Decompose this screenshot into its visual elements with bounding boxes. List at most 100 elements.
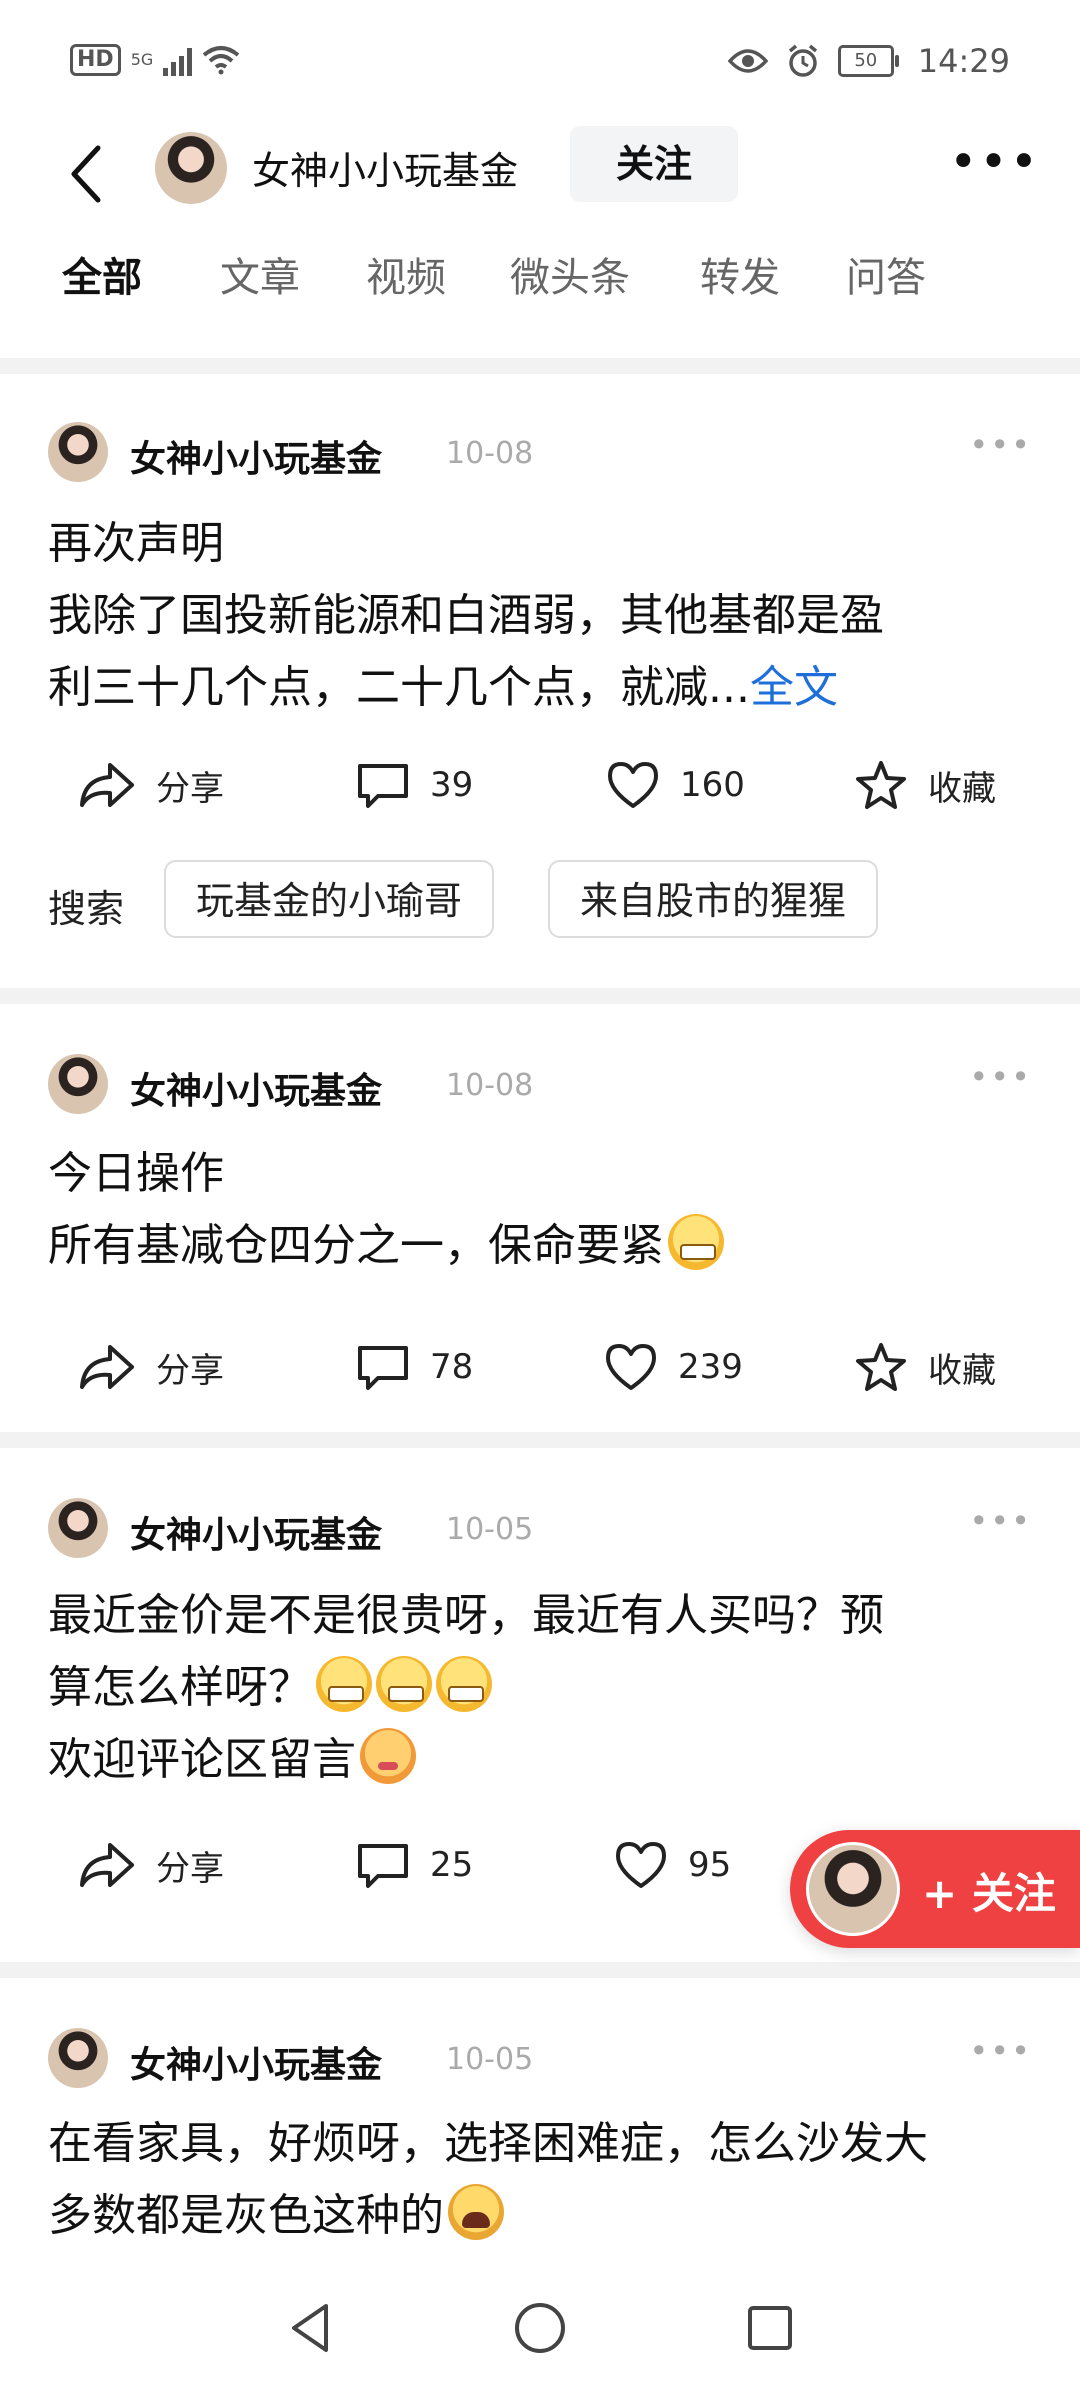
grin-emoji-icon bbox=[436, 1656, 492, 1712]
share-button[interactable]: 分享 bbox=[78, 1830, 224, 1900]
like-button[interactable]: 160 bbox=[606, 750, 745, 820]
divider bbox=[0, 358, 1080, 374]
nav-home-button[interactable] bbox=[510, 2298, 570, 2358]
share-icon bbox=[80, 1345, 134, 1389]
comment-button[interactable]: 78 bbox=[356, 1332, 473, 1402]
nav-recents-button[interactable] bbox=[740, 2298, 800, 2358]
favorite-button[interactable]: 收藏 bbox=[854, 1332, 996, 1402]
post-date: 10-08 bbox=[446, 1068, 534, 1103]
post-date: 10-05 bbox=[446, 1512, 534, 1547]
more-icon[interactable]: ••• bbox=[949, 134, 1040, 190]
network-indicators: HD 5G bbox=[70, 44, 240, 76]
favorite-button[interactable]: 收藏 bbox=[854, 750, 996, 820]
post-author[interactable]: 女神小小玩基金 bbox=[130, 1506, 382, 1558]
like-icon bbox=[606, 1344, 656, 1390]
avatar[interactable] bbox=[48, 1054, 108, 1114]
post-line-text: 所有基减仓四分之一，保命要紧 bbox=[48, 1220, 664, 1271]
post-header: 女神小小玩基金 10-08 ••• bbox=[48, 422, 1032, 486]
post-more-icon[interactable]: ••• bbox=[969, 1058, 1032, 1096]
share-icon bbox=[80, 1843, 134, 1887]
post-line-text: 算怎么样呀？ bbox=[48, 1662, 312, 1713]
grin-emoji-icon bbox=[376, 1656, 432, 1712]
share-label: 分享 bbox=[156, 768, 224, 809]
post-more-icon[interactable]: ••• bbox=[969, 2032, 1032, 2070]
like-icon bbox=[608, 762, 658, 808]
nav-recents-icon bbox=[748, 2306, 792, 2350]
floating-follow-button[interactable]: + 关注 bbox=[790, 1830, 1080, 1948]
comment-count: 78 bbox=[430, 1347, 474, 1387]
search-chip[interactable]: 玩基金的小瑜哥 bbox=[164, 860, 495, 938]
avatar[interactable] bbox=[155, 132, 227, 204]
post-line: 最近金价是不是很贵呀，最近有人买吗？预 bbox=[48, 1590, 884, 1641]
favorite-icon bbox=[856, 761, 906, 809]
post-line: 利三十几个点，二十几个点，就减...全文 bbox=[48, 652, 1028, 724]
post-line-text: 多数都是灰色这种的 bbox=[48, 2190, 444, 2241]
post-text[interactable]: 今日操作 所有基减仓四分之一，保命要紧 bbox=[48, 1138, 1028, 1282]
post-more-icon[interactable]: ••• bbox=[969, 1502, 1032, 1540]
avatar[interactable] bbox=[48, 2028, 108, 2088]
post-line: 多数都是灰色这种的 bbox=[48, 2180, 1028, 2252]
tab-articles[interactable]: 文章 bbox=[220, 245, 300, 303]
full-text-link[interactable]: 全文 bbox=[750, 662, 838, 713]
like-count: 160 bbox=[680, 765, 745, 805]
profile-header: 女神小小玩基金 关注 ••• bbox=[0, 120, 1080, 220]
network-type: 5G bbox=[130, 50, 154, 69]
clock: 14:29 bbox=[917, 42, 1010, 80]
back-button[interactable] bbox=[60, 130, 120, 210]
tab-reposts[interactable]: 转发 bbox=[700, 245, 780, 303]
follow-button[interactable]: 关注 bbox=[570, 126, 738, 202]
divider bbox=[0, 988, 1080, 1004]
battery-icon: 50 bbox=[837, 45, 899, 77]
post-header: 女神小小玩基金 10-05 ••• bbox=[48, 1498, 1032, 1562]
tab-all[interactable]: 全部 bbox=[62, 245, 142, 303]
share-button[interactable]: 分享 bbox=[78, 750, 224, 820]
post-header: 女神小小玩基金 10-08 ••• bbox=[48, 1054, 1032, 1118]
post-line-text: 利三十几个点，二十几个点，就减... bbox=[48, 662, 750, 713]
comment-icon bbox=[358, 764, 408, 808]
avatar[interactable] bbox=[48, 1498, 108, 1558]
post-text[interactable]: 最近金价是不是很贵呀，最近有人买吗？预 算怎么样呀？ 欢迎评论区留言 bbox=[48, 1580, 1028, 1796]
alarm-icon bbox=[788, 44, 817, 77]
blush-emoji-icon bbox=[360, 1728, 416, 1784]
share-label: 分享 bbox=[156, 1848, 224, 1889]
search-chip[interactable]: 来自股市的猩猩 bbox=[548, 860, 879, 938]
post-text[interactable]: 在看家具，好烦呀，选择困难症，怎么沙发大 多数都是灰色这种的 bbox=[48, 2108, 1028, 2252]
tab-micro-posts[interactable]: 微头条 bbox=[510, 245, 630, 303]
post-author[interactable]: 女神小小玩基金 bbox=[130, 2036, 382, 2088]
post-actions: 分享 39 160 收藏 bbox=[0, 750, 1080, 820]
related-search: 搜索 玩基金的小瑜哥 来自股市的猩猩 bbox=[48, 860, 1032, 940]
status-bar: HD 5G 50 14:29 bbox=[0, 0, 1080, 130]
grin-emoji-icon bbox=[668, 1214, 724, 1270]
post-line: 在看家具，好烦呀，选择困难症，怎么沙发大 bbox=[48, 2118, 928, 2169]
post-text[interactable]: 再次声明 我除了国投新能源和白酒弱，其他基都是盈 利三十几个点，二十几个点，就减… bbox=[48, 508, 1028, 724]
nav-back-button[interactable] bbox=[280, 2298, 340, 2358]
like-button[interactable]: 239 bbox=[604, 1332, 743, 1402]
account-name[interactable]: 女神小小玩基金 bbox=[252, 140, 518, 195]
tab-qa[interactable]: 问答 bbox=[846, 245, 926, 303]
share-label: 分享 bbox=[156, 1350, 224, 1391]
comment-button[interactable]: 39 bbox=[356, 750, 473, 820]
post-author[interactable]: 女神小小玩基金 bbox=[130, 1062, 382, 1114]
avatar[interactable] bbox=[48, 422, 108, 482]
hd-badge: HD bbox=[70, 44, 121, 76]
post-line-text: 欢迎评论区留言 bbox=[48, 1734, 356, 1785]
post-more-icon[interactable]: ••• bbox=[969, 426, 1032, 464]
post-date: 10-08 bbox=[446, 436, 534, 471]
tab-videos[interactable]: 视频 bbox=[366, 245, 446, 303]
favorite-icon bbox=[856, 1343, 906, 1391]
comment-icon bbox=[358, 1844, 408, 1888]
like-count: 239 bbox=[678, 1347, 743, 1387]
share-icon bbox=[80, 763, 134, 807]
system-nav-bar bbox=[0, 2268, 1080, 2388]
like-button[interactable]: 95 bbox=[614, 1830, 731, 1900]
post-author[interactable]: 女神小小玩基金 bbox=[130, 430, 382, 482]
comment-button[interactable]: 25 bbox=[356, 1830, 473, 1900]
avatar bbox=[806, 1842, 900, 1936]
nav-back-icon bbox=[292, 2304, 328, 2352]
share-button[interactable]: 分享 bbox=[78, 1332, 224, 1402]
like-count: 95 bbox=[688, 1845, 732, 1885]
comment-count: 39 bbox=[430, 765, 474, 805]
favorite-label: 收藏 bbox=[928, 1350, 996, 1391]
status-right: 50 14:29 bbox=[727, 42, 1010, 80]
post-date: 10-05 bbox=[446, 2042, 534, 2077]
